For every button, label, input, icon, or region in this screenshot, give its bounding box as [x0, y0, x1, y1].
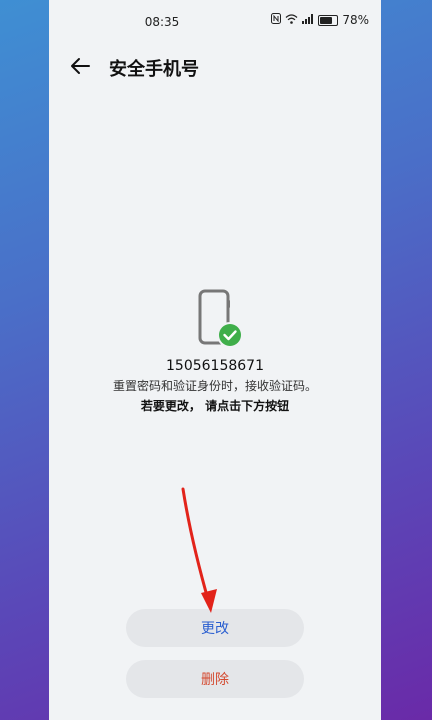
description-text: 重置密码和验证身份时，接收验证码。 [112, 379, 317, 393]
phone-number: 15056158671 [166, 358, 264, 374]
back-arrow-icon[interactable] [67, 52, 95, 80]
change-button[interactable]: 更改 [126, 609, 304, 647]
status-time: 08:35 [144, 15, 180, 29]
delete-button[interactable]: 删除 [126, 660, 304, 698]
verified-phone-icon [194, 288, 244, 350]
nfc-icon [271, 13, 282, 27]
status-icons: 78% [271, 13, 369, 27]
phone-screen: 08:35 78% 安全手机号 15056158671 重置密码和验证身份时，接… [49, 0, 381, 720]
hint-text: 若要更改， 请点击下方按钮 [140, 399, 290, 413]
battery-icon [318, 14, 339, 26]
page-title: 安全手机号 [109, 59, 199, 80]
header: 安全手机号 [49, 48, 381, 84]
signal-icon [302, 13, 314, 27]
battery-percent: 78% [342, 13, 369, 27]
status-bar: 08:35 78% [49, 0, 381, 44]
wifi-icon [285, 13, 298, 27]
annotation-arrow-icon [181, 487, 217, 613]
